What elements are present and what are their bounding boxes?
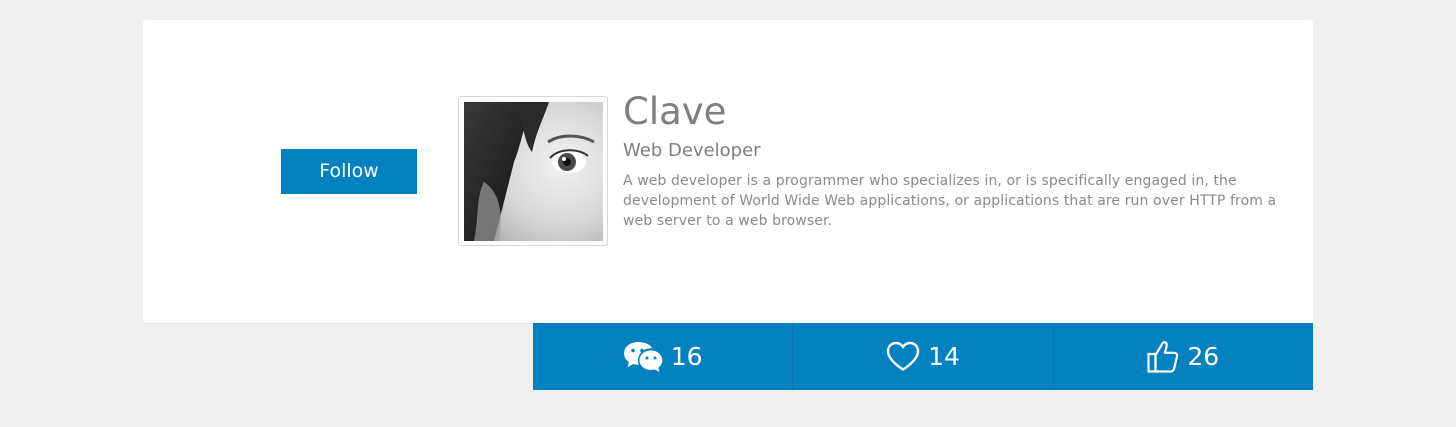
thumbs-up-count: 26 <box>1187 342 1220 371</box>
profile-name: Clave <box>623 90 727 133</box>
profile-card: Follow Clave Web Developer A web develop… <box>143 20 1313 323</box>
profile-info: Clave Web Developer A web developer is a… <box>623 90 1293 231</box>
likes-count: 14 <box>928 342 960 371</box>
heart-icon <box>886 341 920 372</box>
comments-count: 16 <box>670 342 703 371</box>
stat-likes[interactable]: 14 <box>793 323 1054 390</box>
chat-bubbles-icon <box>623 340 663 374</box>
stat-thumbs-up[interactable]: 26 <box>1054 323 1313 390</box>
profile-description: A web developer is a programmer who spec… <box>623 173 1277 229</box>
avatar[interactable] <box>464 102 603 241</box>
follow-button[interactable]: Follow <box>281 149 417 194</box>
thumbs-up-icon <box>1147 340 1179 374</box>
stats-bar: 16 14 26 <box>533 323 1313 390</box>
avatar-frame <box>458 96 608 246</box>
profile-role: Web Developer <box>623 140 761 161</box>
stat-comments[interactable]: 16 <box>533 323 794 390</box>
